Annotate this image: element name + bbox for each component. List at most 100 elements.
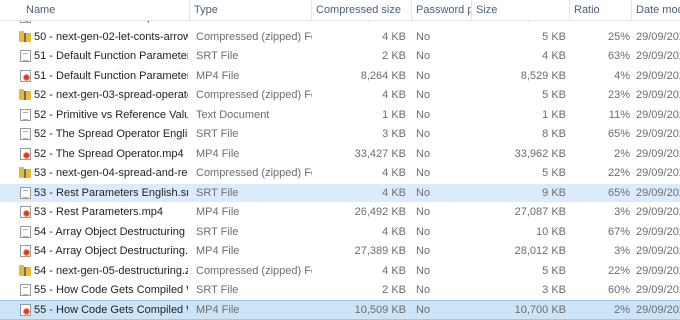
column-header-password[interactable]: Password pr... [412,0,472,20]
file-row[interactable]: 54 - Array Object Destructuring English.… [0,223,680,241]
file-row[interactable]: 52 - The Spread Operator English.srt SRT … [0,125,680,143]
file-size: 10 KB [536,225,566,238]
text-file-icon [20,108,31,121]
file-type: SRT File [196,284,239,296]
file-password: No [416,167,431,179]
file-compressed-size: 4 KB [382,30,406,43]
text-file-icon [20,50,31,62]
file-name: 54 - next-gen-05-destructuring.zip [34,264,188,277]
file-name: 55 - How Code Gets Compiled Wrap Up.... [34,303,188,316]
column-header-size[interactable]: Size [472,0,570,20]
file-password: No [416,108,431,121]
file-compressed-size: 3 KB [382,128,406,140]
file-size: 5 KB [542,30,566,43]
text-file-icon [20,225,31,238]
file-row[interactable]: 54 - next-gen-05-destructuring.zip Compre… [0,262,680,280]
file-row[interactable]: 51 - Default Function Parameters.mp4 MP4 … [0,67,680,85]
file-date-modified: 29/09/2023 [636,264,680,277]
file-row[interactable]: 52 - Primitive vs Reference Values.txt Te… [0,106,680,124]
file-size: 33,962 KB [514,147,566,160]
file-type: Compressed (zipped) Folder [196,89,312,101]
file-date-modified: 29/09/2023 [636,69,680,82]
file-date-modified: 29/09/2023 [636,147,680,160]
column-header-name[interactable]: Name [0,0,190,20]
file-compressed-size: 4 KB [382,167,406,179]
file-row[interactable]: 51 - Default Function Parameters English… [0,47,680,65]
file-compressed-size: 4 KB [382,186,406,199]
file-row[interactable]: 55 - How Code Gets Compiled Wrap Up.... M… [0,299,680,320]
file-compressed-size: 8,264 KB [360,69,406,82]
zip-folder-icon [19,89,31,100]
file-date-modified: 29/09/2023 [636,303,680,316]
file-type: Text Document [196,108,270,121]
file-ratio: 3% [614,206,630,218]
column-header-ratio[interactable]: Ratio [570,0,632,20]
video-file-icon [20,245,31,257]
file-date-modified: 29/09/2023 [636,128,680,140]
video-file-icon [20,206,31,218]
file-type: SRT File [196,225,239,238]
column-header-compressed-size[interactable]: Compressed size [312,0,412,20]
file-type: SRT File [196,50,239,62]
file-password: No [416,30,431,43]
file-type: Compressed (zipped) Folder [196,167,312,179]
file-date-modified: 29/09/2023 [636,30,680,43]
file-name: 52 - The Spread Operator.mp4 [34,147,184,160]
file-name: 52 - next-gen-03-spread-operator.zip [34,89,188,101]
file-password: No [416,89,431,101]
file-row[interactable]: 53 - Rest Parameters.mp4 MP4 File 26,492 K… [0,203,680,221]
file-row[interactable]: 52 - next-gen-03-spread-operator.zip Comp… [0,86,680,104]
file-size: 5 KB [542,264,566,277]
file-name: 51 - Default Function Parameters.mp4 [34,69,188,82]
file-password: No [416,245,431,257]
file-date-modified: 29/09/2023 [636,167,680,179]
file-date-modified: 29/09/2023 [636,225,680,238]
file-ratio: 60% [607,284,630,296]
file-ratio: 65% [607,128,630,140]
file-password: No [416,50,431,62]
file-name: 54 - Array Object Destructuring.mp4 [34,245,188,257]
file-row[interactable]: 52 - The Spread Operator.mp4 MP4 File 33,4… [0,145,680,163]
file-row[interactable]: 54 - Array Object Destructuring.mp4 MP4 F… [0,242,680,260]
file-name: 53 - Rest Parameters.mp4 [34,206,163,218]
file-type: SRT File [196,128,239,140]
video-file-icon [20,69,31,82]
file-password: No [416,284,431,296]
file-row[interactable]: 50 - next-gen-02-let-conts-arrow-functio… [0,28,680,46]
file-row[interactable]: 55 - How Code Gets Compiled Wrap Up ... S… [0,281,680,299]
file-type: Compressed (zipped) Folder [196,264,312,277]
file-size: 4 KB [542,50,566,62]
zip-folder-icon [19,264,31,276]
file-ratio: 25% [607,30,630,43]
column-header-date-modified[interactable]: Date modifi [632,0,680,20]
file-compressed-size: 4 KB [382,264,406,277]
file-password: No [416,147,431,160]
file-row[interactable]: 53 - next-gen-04-spread-and-rest.zip Comp… [0,164,680,182]
file-size: 1 KB [542,108,566,121]
file-type: Compressed (zipped) Folder [196,30,312,43]
file-size: 9 KB [542,186,566,199]
video-file-icon [20,303,31,316]
file-compressed-size: 10,509 KB [354,303,406,316]
file-password: No [416,128,431,140]
text-file-icon [20,186,31,199]
file-ratio: 22% [607,167,630,179]
file-name: 53 - next-gen-04-spread-and-rest.zip [34,167,188,179]
file-type: MP4 File [196,303,240,316]
file-size: 5 KB [542,89,566,101]
file-name: 55 - How Code Gets Compiled Wrap Up ... [34,284,188,296]
file-password: No [416,303,431,316]
file-date-modified: 29/09/2023 [636,89,680,101]
file-size: 8,529 KB [520,69,566,82]
file-date-modified: 29/09/2023 [636,206,680,218]
file-size: 27,087 KB [514,206,566,218]
file-type: MP4 File [196,69,240,82]
file-compressed-size: 1 KB [382,108,406,121]
column-header-type[interactable]: Type [190,0,312,20]
file-ratio: 2% [614,147,630,160]
file-date-modified: 29/09/2023 [636,284,680,296]
file-type: MP4 File [196,245,240,257]
file-password: No [416,186,431,199]
file-row[interactable]: 53 - Rest Parameters English.srt SRT File… [0,183,680,202]
file-password: No [416,206,431,218]
